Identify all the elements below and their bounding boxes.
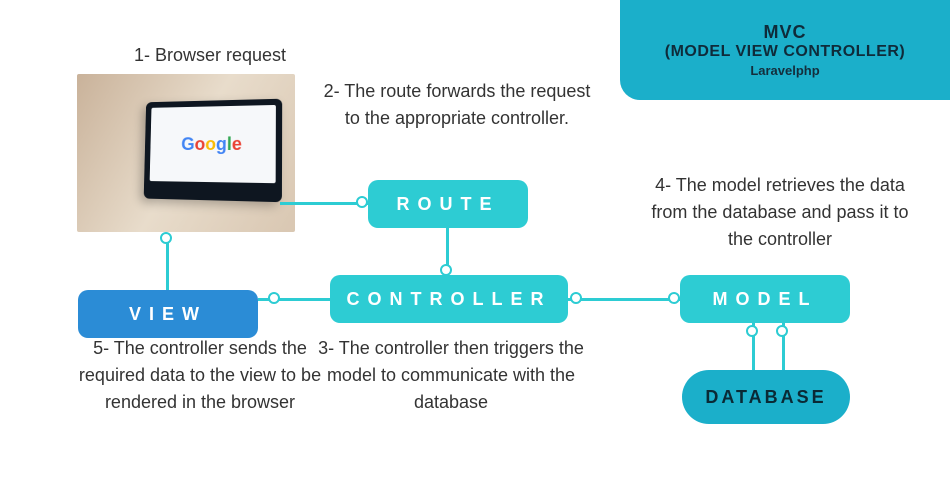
controller-node: CONTROLLER	[330, 275, 568, 323]
title-card: MVC (MODEL VIEW CONTROLLER) Laravelphp	[620, 0, 950, 100]
connector-endcap	[356, 196, 368, 208]
connector-endcap	[268, 292, 280, 304]
route-node: ROUTE	[368, 180, 528, 228]
header-title: MVC	[764, 22, 807, 43]
step-5-caption: 5- The controller sends the required dat…	[60, 335, 340, 416]
step-4-caption: 4- The model retrieves the data from the…	[650, 172, 910, 253]
connector-endcap	[440, 264, 452, 276]
step-1-caption: 1- Browser request	[105, 42, 315, 69]
header-subtitle: (MODEL VIEW CONTROLLER)	[665, 43, 906, 61]
connector-endcap	[776, 325, 788, 337]
connector-endcap	[570, 292, 582, 304]
connector-controller-model	[568, 298, 680, 301]
connector-endcap	[668, 292, 680, 304]
laptop-icon: Google	[144, 99, 282, 203]
step-3-caption: 3- The controller then triggers the mode…	[306, 335, 596, 416]
model-node: MODEL	[680, 275, 850, 323]
header-author: Laravelphp	[750, 63, 819, 78]
step-2-caption: 2- The route forwards the request to the…	[322, 78, 592, 132]
connector-endcap	[746, 325, 758, 337]
browser-request-image: Google	[77, 74, 295, 232]
database-node: DATABASE	[682, 370, 850, 424]
laptop-screen: Google	[150, 105, 276, 183]
view-node: VIEW	[78, 290, 258, 338]
connector-endcap	[160, 232, 172, 244]
connector-browser-route	[280, 202, 368, 205]
google-logo: Google	[181, 133, 242, 154]
